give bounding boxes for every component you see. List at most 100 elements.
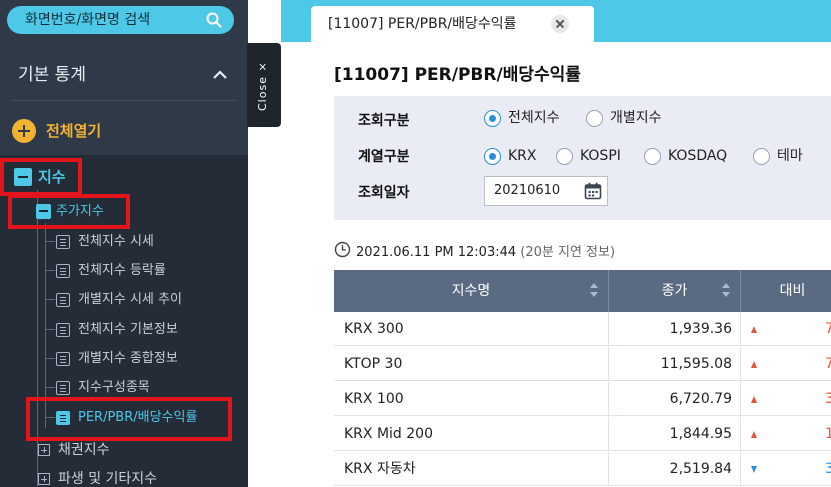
tree-leaf-item[interactable]: 전체지수 기본정보 <box>56 320 178 340</box>
cell-index-name: KRX Mid 200 <box>334 417 609 451</box>
table-row[interactable]: KRX Mid 200 1,844.95 16 <box>334 417 831 451</box>
radio-label: KRX <box>508 148 537 164</box>
tree-leaf-label: 전체지수 기본정보 <box>78 322 178 337</box>
query-date-input[interactable]: 20210610 <box>484 176 608 206</box>
radio-dot-icon <box>586 110 603 127</box>
table-row[interactable]: KRX 300 1,939.36 7 <box>334 312 831 346</box>
radio-label: 테마 <box>777 148 803 164</box>
sort-icon[interactable] <box>722 283 730 299</box>
radio-krx[interactable]: KRX <box>484 146 537 166</box>
document-icon <box>56 235 70 249</box>
table-row[interactable]: KTOP 30 11,595.08 77 <box>334 347 831 381</box>
radio-kosdaq[interactable]: KOSDAQ <box>644 146 727 166</box>
document-icon <box>56 293 70 307</box>
sidebar-close-handle[interactable]: Close × <box>247 43 281 127</box>
sort-icon[interactable] <box>590 283 598 299</box>
cell-close: 6,720.79 <box>609 382 741 416</box>
radio-label: 개별지수 <box>610 110 662 126</box>
radio-all-index[interactable]: 전체지수 <box>484 108 560 128</box>
tree-leaf-label: 전체지수 시세 <box>78 234 154 249</box>
tree-node-label: 파생 및 기타지수 <box>58 471 158 487</box>
cell-close: 11,595.08 <box>609 347 741 381</box>
tree-leaf-item[interactable]: 지수구성종목 <box>56 378 150 398</box>
cell-index-name: KTOP 30 <box>334 347 609 381</box>
delay-note: (20분 지연 정보) <box>520 245 616 260</box>
change-value: 77 <box>825 356 831 372</box>
tree-leaf-label: 지수구성종목 <box>78 380 150 395</box>
tree-guide <box>45 299 55 300</box>
tree-leaf-item[interactable]: 전체지수 등락률 <box>56 261 166 281</box>
timestamp-time: 2021.06.11 PM 12:03:44 <box>356 245 517 260</box>
sidebar: 화면번호/화면명 검색 기본 통계 전체열기 지수 주가지수 전체지수 시세 전… <box>0 0 248 487</box>
document-icon <box>56 323 70 337</box>
tree-node-derivative-index[interactable]: 파생 및 기타지수 <box>36 468 157 487</box>
cell-change: 7 <box>741 312 831 346</box>
table-row[interactable]: KRX 100 6,720.79 32 <box>334 382 831 416</box>
close-handle-label: Close × <box>256 61 269 111</box>
tree-guide <box>45 270 55 271</box>
chevron-up-icon[interactable] <box>212 67 228 83</box>
calendar-icon[interactable] <box>584 182 602 200</box>
close-icon[interactable] <box>551 15 569 33</box>
column-header-change[interactable]: 대비 <box>741 270 831 312</box>
change-value: 7 <box>825 321 831 337</box>
tree-leaf-label: 전체지수 등락률 <box>78 263 166 278</box>
tree-leaf-label: 개별지수 시세 추이 <box>78 292 182 307</box>
expand-all-button[interactable]: 전체열기 <box>12 118 101 144</box>
clock-icon <box>334 241 351 258</box>
expand-icon <box>38 473 50 485</box>
tree-leaf-label: 개별지수 종합정보 <box>78 351 178 366</box>
radio-label: KOSPI <box>580 148 621 164</box>
document-icon <box>56 352 70 366</box>
search-icon[interactable] <box>206 12 222 28</box>
highlight-box <box>8 194 130 229</box>
series-type-label: 계열구분 <box>358 149 410 165</box>
query-date-value: 20210610 <box>494 183 561 198</box>
radio-dot-icon <box>484 148 501 165</box>
tree-guide <box>45 387 55 388</box>
change-value: 32 <box>825 391 831 407</box>
tree-guide <box>45 241 55 242</box>
tree-node-label: 채권지수 <box>58 442 110 458</box>
cell-close: 2,519.84 <box>609 452 741 486</box>
app-window: 화면번호/화면명 검색 기본 통계 전체열기 지수 주가지수 전체지수 시세 전… <box>0 0 831 487</box>
section-basic-stats[interactable]: 기본 통계 <box>0 50 248 100</box>
table-header: 지수명 종가 대비 <box>334 270 831 312</box>
tree-leaf-item[interactable]: 전체지수 시세 <box>56 232 154 252</box>
up-arrow-icon <box>751 396 757 403</box>
tree-guide <box>45 358 55 359</box>
plus-circle-icon <box>12 119 36 143</box>
tree-leaf-item[interactable]: 개별지수 시세 추이 <box>56 290 182 310</box>
radio-dot-icon <box>484 110 501 127</box>
radio-single-index[interactable]: 개별지수 <box>586 108 662 128</box>
up-arrow-icon <box>751 326 757 333</box>
column-header-close[interactable]: 종가 <box>609 270 741 312</box>
column-header-label: 지수명 <box>451 283 491 299</box>
highlight-box <box>26 397 232 441</box>
column-header-index-name[interactable]: 지수명 <box>334 270 609 312</box>
tab-label: [11007] PER/PBR/배당수익률 <box>328 16 517 32</box>
data-timestamp: 2021.06.11 PM 12:03:44 (20분 지연 정보) <box>334 241 615 260</box>
query-date-label: 조회일자 <box>358 185 410 201</box>
document-icon <box>56 381 70 395</box>
tab-active[interactable]: [11007] PER/PBR/배당수익률 <box>311 6 594 42</box>
radio-theme[interactable]: 테마 <box>753 146 803 166</box>
tree-leaf-item[interactable]: 개별지수 종합정보 <box>56 349 178 369</box>
document-icon <box>56 264 70 278</box>
section-title: 기본 통계 <box>18 65 86 85</box>
page-title: [11007] PER/PBR/배당수익률 <box>334 65 581 85</box>
tree-guide <box>45 329 55 330</box>
screen-search-input[interactable]: 화면번호/화면명 검색 <box>7 6 234 34</box>
column-header-label: 종가 <box>661 283 688 299</box>
highlight-box <box>0 158 82 196</box>
radio-label: 전체지수 <box>508 110 560 126</box>
query-type-label: 조회구분 <box>358 113 410 129</box>
radio-kospi[interactable]: KOSPI <box>556 146 621 166</box>
table-row[interactable]: KRX 자동차 2,519.84 31 <box>334 452 831 486</box>
up-arrow-icon <box>751 431 757 438</box>
radio-label: KOSDAQ <box>668 148 728 164</box>
tree-node-bond-index[interactable]: 채권지수 <box>36 439 110 461</box>
cell-change: 32 <box>741 382 831 416</box>
radio-dot-icon <box>556 148 573 165</box>
search-label: 화면번호/화면명 검색 <box>25 12 151 28</box>
